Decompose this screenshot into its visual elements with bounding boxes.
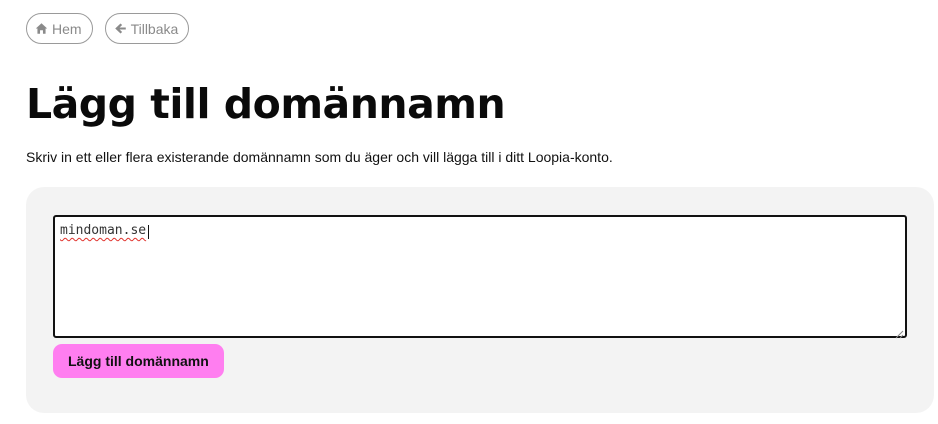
top-nav: Hem Tillbaka — [26, 13, 190, 44]
back-button-label: Tillbaka — [130, 20, 179, 37]
resize-handle-icon[interactable] — [895, 326, 904, 339]
home-button-label: Hem — [52, 20, 82, 37]
domains-textarea[interactable]: mindoman.se — [53, 215, 907, 339]
back-button[interactable]: Tillbaka — [104, 13, 190, 44]
home-button[interactable]: Hem — [26, 13, 93, 44]
add-domain-panel: mindoman.se Lägg till domännamn — [26, 187, 934, 413]
text-caret — [148, 225, 149, 239]
add-domain-button[interactable]: Lägg till domännamn — [53, 344, 224, 378]
home-icon — [35, 22, 48, 35]
domains-textarea-value: mindoman.se — [60, 223, 147, 238]
page-intro: Skriv in ett eller flera existerande dom… — [26, 149, 613, 165]
arrow-left-icon — [114, 22, 127, 35]
page-title: Lägg till domännamn — [26, 80, 506, 128]
